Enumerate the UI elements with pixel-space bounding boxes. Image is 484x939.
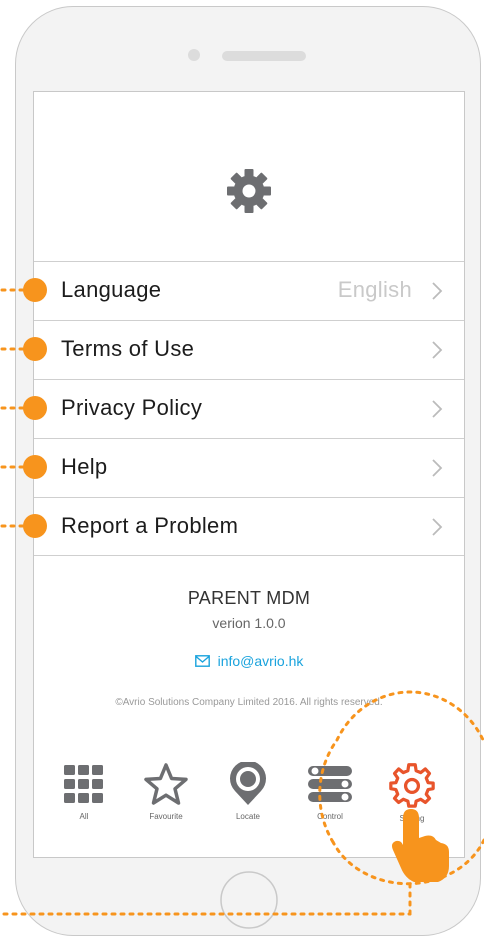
- tab-bar: All Favourite Locate Control Setting: [34, 762, 464, 842]
- app-name: PARENT MDM: [187, 588, 311, 608]
- grid-icon: [64, 765, 103, 803]
- chevron-right-icon: [432, 282, 443, 300]
- menu-item-label: Privacy Policy: [61, 395, 203, 420]
- toggle-switches-icon: [308, 766, 352, 802]
- chevron-right-icon: [432, 341, 443, 359]
- location-pin-icon: [230, 762, 266, 805]
- settings-screen: Language English Terms of Use Privacy Po…: [33, 91, 465, 858]
- language-value: English: [337, 277, 412, 302]
- settings-header: [34, 92, 464, 261]
- about-section: PARENT MDM verion 1.0.0 info@avrio.hk: [34, 588, 464, 672]
- tab-setting[interactable]: Setting: [371, 762, 453, 842]
- tab-label: All: [79, 812, 89, 821]
- settings-menu: Language English Terms of Use Privacy Po…: [34, 261, 464, 556]
- menu-item-privacy-policy[interactable]: Privacy Policy: [34, 379, 464, 438]
- chevron-right-icon: [432, 459, 443, 477]
- menu-item-language[interactable]: Language English: [34, 261, 464, 320]
- copyright-text: ©Avrio Solutions Company Limited 2016. A…: [115, 697, 383, 708]
- home-button[interactable]: [219, 870, 279, 930]
- menu-item-label: Help: [61, 454, 108, 479]
- email-text: info@avrio.hk: [217, 653, 304, 669]
- menu-item-label: Language: [61, 277, 162, 302]
- tab-label: Setting: [399, 814, 425, 823]
- camera-dot: [188, 49, 200, 61]
- chevron-right-icon: [432, 518, 443, 536]
- tab-label: Favourite: [149, 812, 183, 821]
- star-icon: [144, 763, 188, 805]
- menu-item-label: Report a Problem: [61, 513, 239, 538]
- speaker-slot: [222, 51, 306, 61]
- tab-label: Locate: [235, 812, 261, 821]
- mail-icon: [194, 655, 210, 667]
- tab-all[interactable]: All: [43, 762, 125, 842]
- tab-label: Control: [317, 812, 343, 821]
- app-version: verion 1.0.0: [212, 615, 286, 631]
- chevron-right-icon: [432, 400, 443, 418]
- gear-icon: [389, 763, 435, 808]
- tab-favourite[interactable]: Favourite: [125, 762, 207, 842]
- gear-icon: [227, 169, 271, 213]
- menu-item-report-a-problem[interactable]: Report a Problem: [34, 497, 464, 556]
- menu-item-terms-of-use[interactable]: Terms of Use: [34, 320, 464, 379]
- tab-locate[interactable]: Locate: [207, 762, 289, 842]
- menu-item-label: Terms of Use: [61, 336, 195, 361]
- tab-control[interactable]: Control: [289, 762, 371, 842]
- email-link[interactable]: info@avrio.hk: [194, 653, 304, 669]
- menu-item-help[interactable]: Help: [34, 438, 464, 497]
